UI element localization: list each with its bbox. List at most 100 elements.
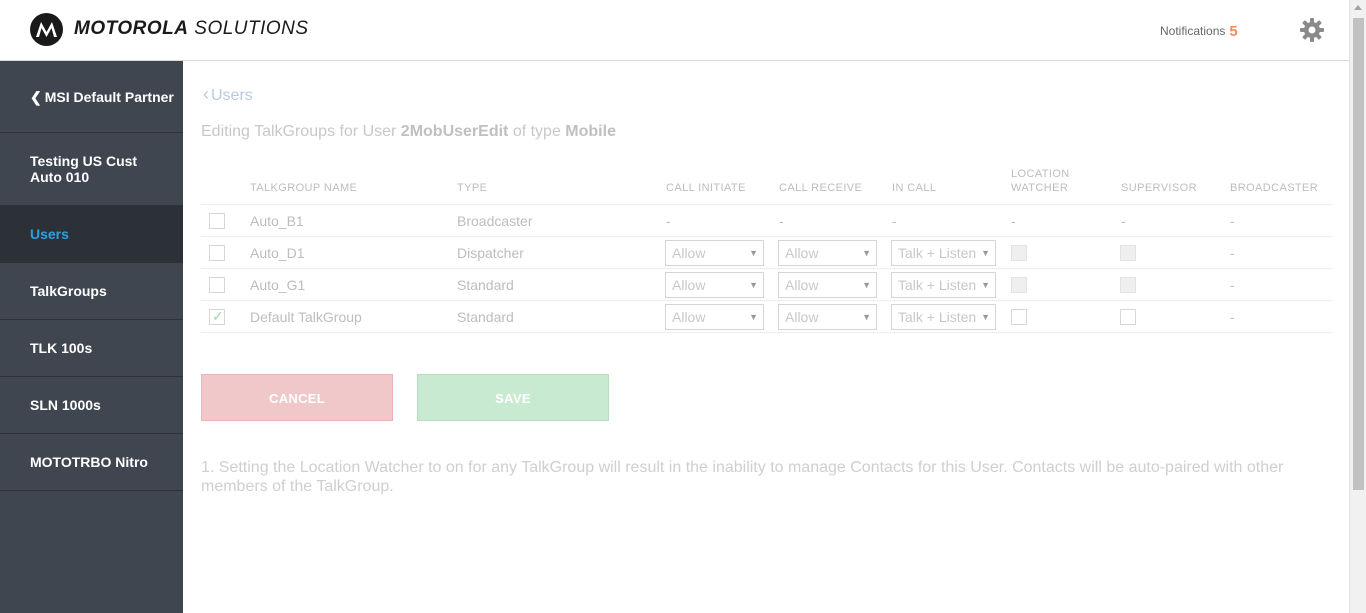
talkgroup-name: Default TalkGroup [250,309,362,325]
call-receive-value: - [779,213,784,229]
col-header-call-receive: CALL RECEIVE [779,182,863,194]
caret-down-icon: ▼ [749,280,758,290]
scroll-up-icon[interactable] [1354,5,1362,10]
table-row: Auto_D1 Dispatcher Allow ▼ Allow ▼ Talk + … [201,237,1332,269]
sidebar-item-back-partner[interactable]: ❮ MSI Default Partner [0,61,183,133]
sidebar-item-label: MOTOTRBO Nitro [30,454,148,470]
sidebar-item-mototrbo-nitro[interactable]: MOTOTRBO Nitro [0,434,183,491]
supervisor-checkbox[interactable] [1120,245,1136,261]
back-to-users-link[interactable]: ‹ Users [203,84,253,105]
page-scrollbar[interactable] [1349,0,1366,613]
sidebar: ❮ MSI Default Partner Testing US Cust Aut… [0,61,183,613]
call-initiate-select[interactable]: Allow ▼ [665,304,764,330]
sidebar-item-label: SLN 1000s [30,397,101,413]
in-call-select[interactable]: Talk + Listen ▼ [891,240,996,266]
location-watcher-checkbox[interactable] [1011,309,1027,325]
col-header-call-initiate: CALL INITIATE [666,182,746,194]
in-call-select[interactable]: Talk + Listen ▼ [891,272,996,298]
location-watcher-checkbox[interactable] [1011,245,1027,261]
sidebar-item-label: Testing US Cust Auto 010 [30,153,138,185]
supervisor-checkbox[interactable] [1120,309,1136,325]
in-call-select[interactable]: Talk + Listen ▼ [891,304,996,330]
select-value: Allow [785,309,819,325]
call-receive-select[interactable]: Allow ▼ [778,304,877,330]
table-row: Auto_G1 Standard Allow ▼ Allow ▼ Talk + Li… [201,269,1332,301]
row-select-checkbox[interactable]: ✓ [209,308,225,325]
save-button[interactable]: SAVE [417,374,609,421]
talkgroups-table: TALKGROUP NAME TYPE CALL INITIATE CALL R… [201,165,1332,333]
sidebar-item-sln-1000s[interactable]: SLN 1000s [0,377,183,434]
select-value: Allow [672,277,706,293]
chevron-left-icon: ‹ [203,84,209,104]
brand-bold: MOTOROLA [74,18,189,39]
col-header-broadcaster: BROADCASTER [1230,182,1319,194]
col-header-location: LOCATION [1011,168,1070,180]
title-type: Mobile [565,123,616,140]
cancel-button[interactable]: CANCEL [201,374,393,421]
call-initiate-value: - [666,213,671,229]
sidebar-item-users[interactable]: Users [0,206,183,263]
sidebar-item-label: TalkGroups [30,283,107,299]
notifications-link[interactable]: Notifications 5 [1160,22,1238,40]
caret-down-icon: ▼ [862,312,871,322]
main-content: ‹ Users Editing TalkGroups for User 2MobU… [183,61,1349,613]
talkgroup-name: Auto_B1 [250,213,304,229]
call-initiate-select[interactable]: Allow ▼ [665,240,764,266]
brand-name[interactable]: MOTOROLA SOLUTIONS [74,18,309,40]
select-value: Allow [672,245,706,261]
motorola-logo-icon[interactable] [30,13,63,46]
sidebar-item-customer[interactable]: Testing US Cust Auto 010 [0,133,183,206]
supervisor-checkbox[interactable] [1120,277,1136,293]
chevron-left-icon: ❮ [30,88,42,105]
call-receive-select[interactable]: Allow ▼ [778,240,877,266]
caret-down-icon: ▼ [981,280,990,290]
sidebar-item-tlk-100s[interactable]: TLK 100s [0,320,183,377]
select-value: Allow [785,277,819,293]
title-prefix: Editing TalkGroups for User [201,123,401,140]
table-row: Auto_B1 Broadcaster - - - - - - [201,205,1332,237]
col-header-type: TYPE [457,182,488,194]
row-select-checkbox[interactable] [209,213,225,229]
caret-down-icon: ▼ [862,280,871,290]
broadcaster-value: - [1230,213,1235,229]
scroll-thumb[interactable] [1353,18,1364,490]
in-call-value: - [892,213,897,229]
table-row: ✓ Default TalkGroup Standard Allow ▼ Allo… [201,301,1332,333]
broadcaster-value: - [1230,277,1235,293]
caret-down-icon: ▼ [981,248,990,258]
broadcaster-value: - [1230,309,1235,325]
row-select-checkbox[interactable] [209,277,225,293]
talkgroup-name: Auto_D1 [250,245,305,261]
call-initiate-select[interactable]: Allow ▼ [665,272,764,298]
call-receive-select[interactable]: Allow ▼ [778,272,877,298]
talkgroup-type: Broadcaster [457,213,533,229]
top-header: MOTOROLA SOLUTIONS Notifications 5 [0,0,1349,61]
col-header-watcher: WATCHER [1011,182,1069,194]
col-header-location-watcher: LOCATION WATCHER [1011,167,1070,195]
notifications-count: 5 [1229,23,1238,40]
location-watcher-value: - [1011,213,1016,229]
talkgroup-type: Standard [457,309,514,325]
col-header-supervisor: SUPERVISOR [1121,182,1197,194]
sidebar-item-label: Users [30,226,69,242]
col-header-name: TALKGROUP NAME [250,182,358,194]
sidebar-item-label: MSI Default Partner [44,88,174,105]
page-title: Editing TalkGroups for User 2MobUserEdit… [201,123,616,141]
talkgroup-type: Dispatcher [457,245,524,261]
title-user: 2MobUserEdit [400,123,509,140]
select-value: Talk + Listen [898,309,977,325]
caret-down-icon: ▼ [862,248,871,258]
location-watcher-checkbox[interactable] [1011,277,1027,293]
caret-down-icon: ▼ [981,312,990,322]
title-middle: of type [508,123,566,140]
col-header-in-call: IN CALL [892,182,937,194]
select-value: Allow [672,309,706,325]
gear-icon[interactable] [1299,17,1325,43]
notifications-label: Notifications [1160,24,1226,38]
table-header: TALKGROUP NAME TYPE CALL INITIATE CALL R… [201,165,1332,205]
row-select-checkbox[interactable] [209,245,225,261]
sidebar-item-talkgroups[interactable]: TalkGroups [0,263,183,320]
brand-light: SOLUTIONS [194,18,309,39]
location-watcher-note: 1. Setting the Location Watcher to on fo… [201,459,1284,495]
caret-down-icon: ▼ [749,248,758,258]
